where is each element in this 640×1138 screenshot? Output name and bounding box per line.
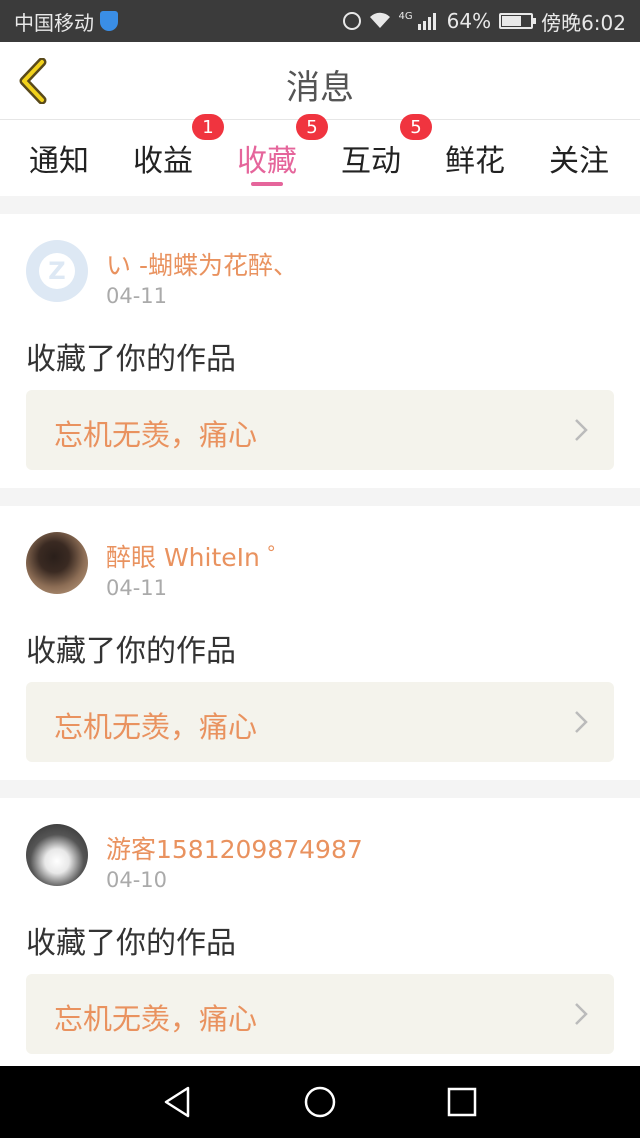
message-text: 收藏了你的作品: [26, 342, 236, 377]
tab-favorites[interactable]: 收藏 5: [222, 114, 328, 196]
signal-icon: [417, 12, 439, 30]
alarm-icon: [342, 12, 361, 30]
unread-badge: 5: [400, 114, 432, 140]
message-card: Z い -蝴蝶为花醉、 04-11 收藏了你的作品 忘机无羡，痛心: [0, 214, 640, 488]
user-name[interactable]: 醉眼 WhiteIn ゜: [106, 538, 293, 574]
default-avatar-icon: Z: [39, 253, 75, 289]
message-date: 04-11: [106, 576, 168, 600]
tab-flowers[interactable]: 鲜花: [430, 120, 520, 196]
user-name[interactable]: い -蝴蝶为花醉、: [106, 246, 298, 282]
tab-interactions[interactable]: 互动 5: [326, 114, 432, 196]
work-link[interactable]: 忘机无羡，痛心: [26, 974, 614, 1054]
unread-badge: 5: [296, 114, 328, 140]
message-card: 醉眼 WhiteIn ゜ 04-11 收藏了你的作品 忘机无羡，痛心: [0, 506, 640, 780]
work-link[interactable]: 忘机无羡，痛心: [26, 390, 614, 470]
status-bar: 中国移动 4G 64% 傍晚6:02: [0, 0, 640, 42]
unread-badge: 1: [192, 114, 224, 140]
tab-earnings[interactable]: 收益 1: [118, 114, 224, 196]
battery-icon: [499, 13, 537, 29]
wifi-icon: [369, 12, 391, 30]
tab-label: 收益: [133, 144, 193, 179]
tab-label: 收藏: [237, 144, 297, 179]
work-title: 忘机无羡，痛心: [54, 418, 258, 452]
back-triangle-icon[interactable]: [160, 1084, 196, 1120]
message-text: 收藏了你的作品: [26, 634, 236, 669]
shield-icon: [100, 11, 118, 31]
tab-follows[interactable]: 关注: [534, 120, 624, 196]
user-name[interactable]: 游客1581209874987: [106, 830, 363, 866]
tab-notifications[interactable]: 通知: [14, 120, 104, 196]
avatar[interactable]: [26, 824, 88, 886]
message-text: 收藏了你的作品: [26, 926, 236, 961]
chevron-right-icon: [575, 1003, 588, 1025]
message-card: 游客1581209874987 04-10 收藏了你的作品 忘机无羡，痛心: [0, 798, 640, 1066]
work-title: 忘机无羡，痛心: [54, 1002, 258, 1036]
tab-label: 关注: [549, 144, 609, 179]
tab-label: 通知: [29, 144, 89, 179]
chevron-right-icon: [575, 711, 588, 733]
battery-percent: 64%: [446, 9, 492, 33]
avatar[interactable]: Z: [26, 240, 88, 302]
tab-label: 鲜花: [445, 144, 505, 179]
message-date: 04-10: [106, 868, 168, 892]
home-circle-icon[interactable]: [302, 1084, 338, 1120]
avatar[interactable]: [26, 532, 88, 594]
network-type: 4G: [398, 10, 413, 22]
work-link[interactable]: 忘机无羡，痛心: [26, 682, 614, 762]
recents-square-icon[interactable]: [444, 1084, 480, 1120]
tab-bar: 通知 收益 1 收藏 5 互动 5 鲜花 关注: [0, 114, 640, 196]
message-date: 04-11: [106, 284, 168, 308]
work-title: 忘机无羡，痛心: [54, 710, 258, 744]
carrier-label: 中国移动: [14, 10, 94, 35]
active-tab-indicator: [251, 182, 283, 186]
system-nav-bar: [0, 1066, 640, 1138]
header: 消息: [0, 42, 640, 120]
clock: 傍晚6:02: [541, 10, 626, 35]
tab-label: 互动: [341, 144, 401, 179]
page-title: 消息: [286, 68, 354, 108]
chevron-right-icon: [575, 419, 588, 441]
